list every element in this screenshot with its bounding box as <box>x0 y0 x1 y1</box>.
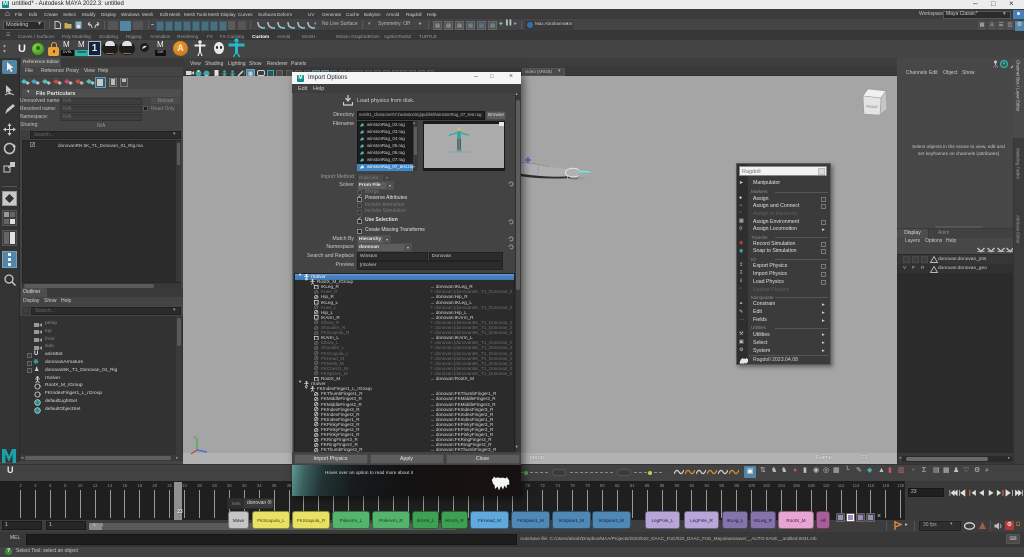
svg-text:FRONT: FRONT <box>866 105 878 110</box>
svg-text:y: y <box>194 434 196 439</box>
